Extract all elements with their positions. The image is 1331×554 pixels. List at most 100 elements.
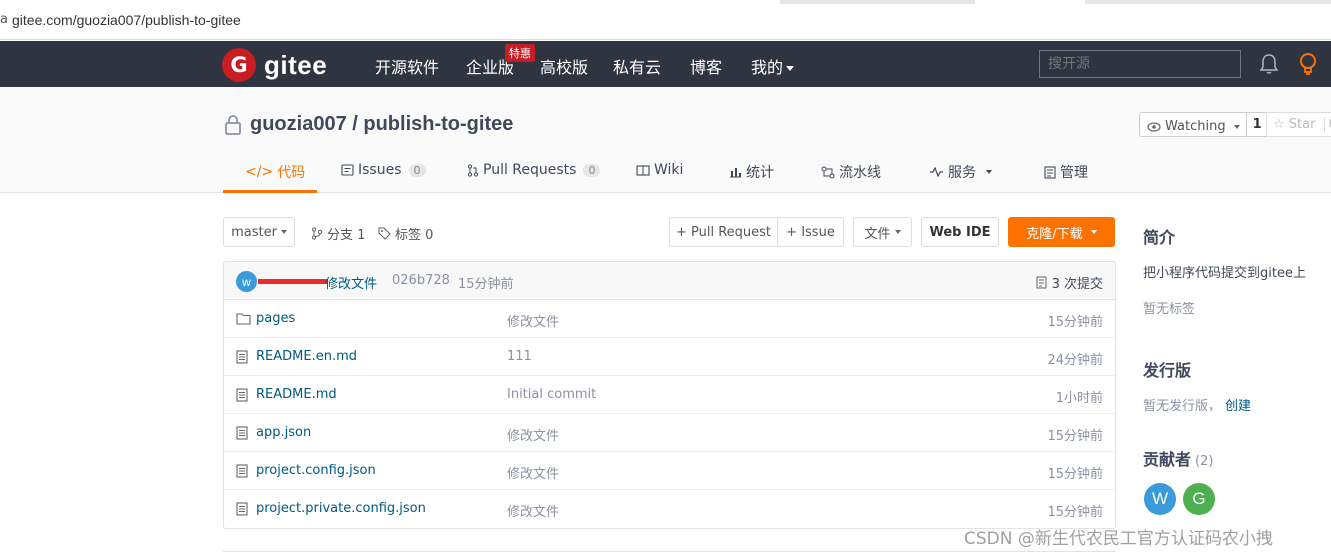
lightbulb-icon[interactable] — [1297, 52, 1319, 76]
pipeline-icon — [821, 166, 835, 178]
tag-icon — [378, 227, 391, 240]
new-pull-request-button[interactable]: + Pull Request — [669, 217, 778, 247]
file-menu-button[interactable]: 文件 — [853, 217, 912, 247]
sidebar-release-title: 发行版 — [1143, 357, 1191, 381]
redacted-author — [258, 279, 328, 284]
file-list: w 修改文件 026b728 15分钟前 3 次提交 pages 修改文件 15… — [223, 261, 1116, 529]
divider — [223, 551, 1116, 552]
file-name[interactable]: project.config.json — [256, 463, 376, 478]
star-icon: ☆ — [1273, 117, 1285, 132]
nav-item-blog[interactable]: 博客 — [690, 54, 722, 78]
nav-item-education[interactable]: 高校版 — [540, 54, 588, 78]
branch-icon — [311, 227, 323, 240]
chevron-down-icon — [280, 230, 287, 234]
file-time: 24分钟前 — [1047, 353, 1103, 368]
repo-title[interactable]: guozia007 / publish-to-gitee — [250, 113, 513, 136]
issues-icon — [341, 164, 354, 176]
browser-address-bar[interactable]: a gitee.com/guozia007/publish-to-gitee — [0, 0, 1331, 40]
tab-code[interactable]: </> 代码 — [245, 162, 305, 182]
bell-icon[interactable] — [1259, 53, 1279, 75]
tab-pipeline[interactable]: 流水线 — [821, 162, 881, 182]
file-icon — [236, 350, 248, 364]
commits-count-link[interactable]: 3 次提交 — [1036, 273, 1103, 292]
tab-manage[interactable]: 管理 — [1044, 162, 1088, 182]
tab-stats-label: 统计 — [746, 165, 774, 181]
table-row[interactable]: pages 修改文件 15分钟前 — [224, 300, 1115, 338]
web-ide-button[interactable]: Web IDE — [921, 217, 999, 247]
avatar[interactable]: w — [236, 271, 257, 292]
tab-wiki[interactable]: Wiki — [636, 162, 683, 178]
tab-issues-label: Issues — [358, 162, 402, 178]
tags-link[interactable]: 标签 0 — [378, 224, 433, 243]
file-name[interactable]: project.private.config.json — [256, 501, 426, 516]
new-issue-button[interactable]: + Issue — [777, 217, 844, 247]
table-row[interactable]: project.config.json 修改文件 15分钟前 — [224, 452, 1115, 490]
latest-commit-row: w 修改文件 026b728 15分钟前 3 次提交 — [224, 262, 1115, 300]
table-row[interactable]: README.en.md 111 24分钟前 — [224, 338, 1115, 376]
table-row[interactable]: app.json 修改文件 15分钟前 — [224, 414, 1115, 452]
file-icon — [236, 464, 248, 478]
pr-count-badge: 0 — [583, 163, 601, 177]
branches-link[interactable]: 分支 1 — [311, 224, 365, 243]
clone-download-label: 克隆/下载 — [1026, 226, 1083, 242]
create-release-link[interactable]: 创建 — [1225, 399, 1251, 414]
tab-manage-label: 管理 — [1060, 165, 1088, 181]
repo-header: guozia007 / publish-to-gitee Watching 1 … — [0, 87, 1331, 193]
commit-time: 15分钟前 — [458, 277, 514, 292]
tags-label: 标签 0 — [395, 228, 434, 243]
service-icon — [930, 167, 943, 177]
file-name[interactable]: README.md — [256, 387, 337, 402]
avatar[interactable]: W — [1144, 483, 1176, 515]
gitee-logo[interactable]: G gitee — [222, 48, 327, 82]
tab-services[interactable]: 服务 — [929, 162, 992, 182]
address-url[interactable]: gitee.com/guozia007/publish-to-gitee — [12, 12, 241, 28]
stats-icon — [730, 168, 741, 178]
watch-button[interactable]: Watching 1 — [1139, 112, 1269, 137]
file-commit-message[interactable]: 111 — [507, 349, 532, 364]
file-time: 1小时前 — [1055, 391, 1103, 406]
search-input[interactable] — [1039, 50, 1241, 78]
file-name[interactable]: app.json — [256, 425, 311, 440]
table-row[interactable]: project.private.config.json 修改文件 15分钟前 — [224, 490, 1115, 528]
browser-tab-strip — [780, 0, 975, 4]
branch-select[interactable]: master — [223, 217, 295, 247]
star-button[interactable]: ☆ Star 0 — [1266, 112, 1331, 137]
file-commit-message[interactable]: 修改文件 — [507, 463, 559, 482]
tab-issues[interactable]: Issues 0 — [341, 162, 426, 178]
tab-stats[interactable]: 统计 — [729, 162, 774, 182]
nav-item-mine-label: 我的 — [751, 58, 784, 77]
top-navbar: G gitee 开源软件 企业版 特惠 高校版 私有云 博客 我的 — [0, 41, 1331, 87]
branches-label: 分支 1 — [327, 228, 366, 243]
chevron-down-icon — [894, 230, 901, 234]
pull-request-icon — [467, 163, 479, 177]
tab-pull-requests-label: Pull Requests — [483, 162, 577, 178]
tab-services-label: 服务 — [948, 165, 976, 181]
no-release-label: 暂无发行版， — [1143, 399, 1222, 414]
file-name[interactable]: README.en.md — [256, 349, 357, 364]
file-commit-message[interactable]: Initial commit — [507, 387, 596, 402]
manage-icon — [1044, 165, 1056, 179]
repo-tabs: </> 代码 Issues 0 Pull Requests 0 Wiki 统计 流水线… — [223, 152, 1123, 193]
file-commit-message[interactable]: 修改文件 — [507, 501, 559, 520]
nav-item-private-cloud[interactable]: 私有云 — [613, 54, 661, 78]
repo-description: 把小程序代码提交到gitee上 — [1143, 266, 1306, 281]
wiki-icon — [636, 164, 650, 176]
star-count: 0 — [1323, 117, 1331, 132]
release-heading: 发行版 — [1143, 361, 1192, 380]
tab-pull-requests[interactable]: Pull Requests 0 — [467, 162, 601, 178]
file-name[interactable]: pages — [256, 311, 295, 326]
commit-message[interactable]: 修改文件 — [325, 273, 377, 292]
watch-count[interactable]: 1 — [1245, 113, 1268, 136]
file-commit-message[interactable]: 修改文件 — [507, 425, 559, 444]
sidebar-intro-title: 简介 — [1143, 224, 1175, 248]
commit-hash[interactable]: 026b728 — [392, 273, 450, 288]
clone-download-button[interactable]: 克隆/下载 — [1008, 217, 1115, 247]
nav-item-open-source[interactable]: 开源软件 — [375, 54, 439, 78]
nav-item-mine[interactable]: 我的 — [751, 54, 795, 78]
avatar[interactable]: G — [1183, 483, 1215, 515]
code-icon: </> — [245, 164, 274, 180]
tab-code-label: 代码 — [277, 165, 306, 181]
file-commit-message[interactable]: 修改文件 — [507, 311, 559, 330]
csdn-watermark: CSDN @新生代农民工官方认证码农小拽 — [964, 529, 1273, 549]
table-row[interactable]: README.md Initial commit 1小时前 — [224, 376, 1115, 414]
